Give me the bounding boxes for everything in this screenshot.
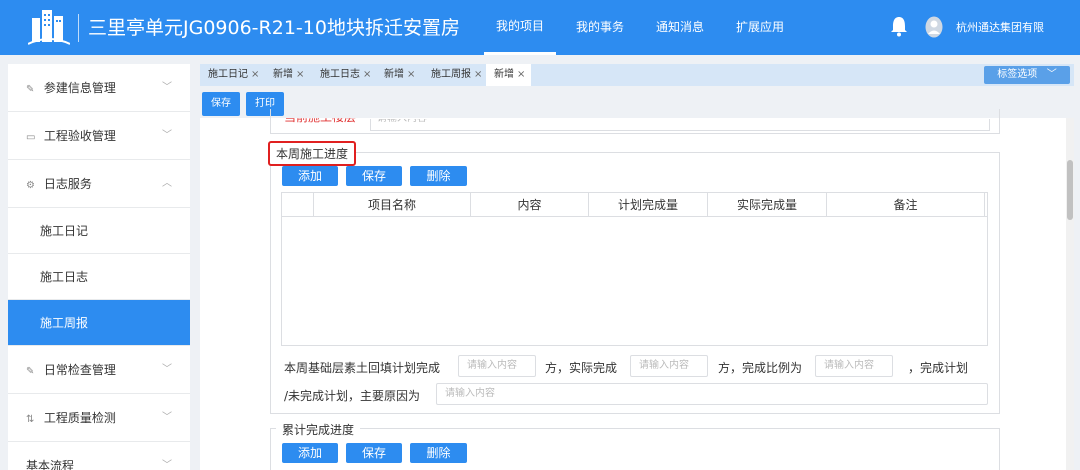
progress-sentence-part: 本周基础层素土回填计划完成 — [284, 361, 441, 375]
sidebar-item-basic-flow[interactable]: 基本流程 ﹀ — [8, 442, 190, 470]
cumulative-progress-legend: 累计完成进度 — [276, 421, 361, 438]
sidebar-item-quality-test[interactable]: ⇅ 工程质量检测 ﹀ — [8, 394, 190, 442]
tab-construction-diary[interactable]: 施工日记 × — [200, 64, 265, 86]
bell-icon[interactable] — [889, 15, 909, 37]
chevron-up-icon: ︿ — [162, 178, 172, 189]
progress-sentence-part: /未完成计划，主要原因为 — [284, 389, 421, 403]
progress-sentence-part: 方，完成比例为 — [718, 361, 803, 375]
actual-backfill-input[interactable]: 请输入内容 — [630, 355, 708, 377]
tab-label: 施工日记 — [208, 69, 248, 80]
close-icon[interactable]: × — [251, 69, 259, 80]
sidebar-subitem-log[interactable]: 施工日志 — [8, 254, 190, 300]
sidebar-item-label: 参建信息管理 — [43, 81, 116, 95]
sidebar-item-daily-check[interactable]: ✎ 日常检查管理 ﹀ — [8, 346, 190, 394]
tab-label: 施工周报 — [431, 69, 471, 80]
edit-icon: ✎ — [26, 84, 35, 95]
column-header: 备注 — [827, 193, 985, 217]
column-header: 实际完成量 — [708, 193, 827, 217]
chevron-down-icon: ﹀ — [162, 412, 172, 423]
delete-button[interactable]: 删除 — [410, 166, 467, 186]
progress-sentence-part: ，完成计划 — [908, 361, 969, 375]
tab-label: 新增 — [273, 69, 293, 80]
main-nav: 我的项目 我的事务 通知消息 扩展应用 — [484, 0, 804, 55]
chart-icon: ⇅ — [26, 414, 35, 425]
app-title: 三里亭单元JG0906-R21-10地块拆迁安置房 — [88, 17, 460, 39]
column-header: 内容 — [471, 193, 589, 217]
close-icon[interactable]: × — [474, 69, 482, 80]
gear-icon: ⚙ — [26, 180, 35, 191]
avatar-icon[interactable] — [925, 16, 943, 38]
checkbox-column-header[interactable] — [282, 193, 314, 217]
tab-new-2[interactable]: 新增 × — [376, 64, 421, 86]
tab-new-1[interactable]: 新增 × — [265, 64, 310, 86]
nav-notifications[interactable]: 通知消息 — [644, 0, 716, 55]
close-icon[interactable]: × — [407, 69, 415, 80]
header-divider — [78, 14, 79, 42]
sidebar-subitem-weekly-report[interactable]: 施工周报 — [8, 300, 190, 346]
monitor-icon: ▭ — [26, 132, 36, 143]
delete-button[interactable]: 删除 — [410, 443, 467, 463]
sidebar-item-label: 日常检查管理 — [43, 363, 116, 377]
weekly-progress-legend: 本周施工进度 — [268, 141, 357, 166]
save-button[interactable]: 保存 — [346, 443, 402, 463]
main-reason-input[interactable]: 请输入内容 — [436, 383, 988, 405]
completion-ratio-input[interactable]: 请输入内容 — [815, 355, 893, 377]
top-header: 三里亭单元JG0906-R21-10地块拆迁安置房 我的项目 我的事务 通知消息… — [0, 0, 1080, 55]
building-logo-icon — [28, 10, 70, 45]
tab-new-3[interactable]: 新增 × — [486, 64, 532, 86]
tab-label: 新增 — [494, 69, 514, 80]
tab-weekly-report[interactable]: 施工周报 × — [423, 64, 488, 86]
sidebar-subitem-diary[interactable]: 施工日记 — [8, 208, 190, 254]
sidebar: ✎ 参建信息管理 ﹀ ▭ 工程验收管理 ﹀ ⚙ 日志服务 ︿ 施工日记 施工日志… — [8, 64, 190, 470]
chevron-down-icon: ﹀ — [162, 364, 172, 375]
tab-label: 施工日志 — [320, 69, 360, 80]
close-icon[interactable]: × — [517, 69, 525, 80]
tab-bar: 施工日记 × 新增 × 施工日志 × 新增 × 施工周报 × 新增 × 标签选项 ﹀ — [200, 64, 1074, 86]
progress-sentence-part: 方，实际完成 — [545, 361, 618, 375]
sidebar-item-participants[interactable]: ✎ 参建信息管理 ﹀ — [8, 64, 190, 112]
chevron-down-icon: ﹀ — [162, 460, 172, 470]
add-button[interactable]: 添加 — [282, 443, 338, 463]
nav-my-projects[interactable]: 我的项目 — [484, 0, 557, 55]
progress-table: 项目名称 内容 计划完成量 实际完成量 备注 — [281, 192, 988, 346]
sidebar-item-acceptance[interactable]: ▭ 工程验收管理 ﹀ — [8, 112, 190, 160]
column-header: 计划完成量 — [589, 193, 708, 217]
close-icon[interactable]: × — [296, 69, 304, 80]
chevron-down-icon: ﹀ — [1040, 69, 1057, 80]
sidebar-item-label: 工程质量检测 — [43, 411, 116, 425]
chevron-down-icon: ﹀ — [162, 82, 172, 93]
planned-backfill-input[interactable]: 请输入内容 — [458, 355, 536, 377]
add-button[interactable]: 添加 — [282, 166, 338, 186]
sidebar-item-log-service[interactable]: ⚙ 日志服务 ︿ — [8, 160, 190, 208]
sidebar-item-label: 日志服务 — [43, 177, 92, 191]
company-name[interactable]: 杭州通达集团有限 — [956, 19, 1044, 35]
scrollbar-thumb[interactable] — [1067, 160, 1073, 220]
save-button[interactable]: 保存 — [202, 92, 240, 116]
close-icon[interactable]: × — [363, 69, 371, 80]
sidebar-item-label: 工程验收管理 — [43, 129, 116, 143]
tab-options-label: 标签选项 — [997, 69, 1038, 80]
sidebar-item-label: 基本流程 — [26, 459, 75, 470]
column-header: 项目名称 — [314, 193, 471, 217]
tab-options-button[interactable]: 标签选项 ﹀ — [984, 66, 1070, 84]
edit-icon: ✎ — [26, 366, 35, 377]
tab-construction-log[interactable]: 施工日志 × — [312, 64, 377, 86]
save-button[interactable]: 保存 — [346, 166, 402, 186]
nav-my-affairs[interactable]: 我的事务 — [564, 0, 636, 55]
chevron-down-icon: ﹀ — [162, 130, 172, 141]
tab-label: 新增 — [384, 69, 404, 80]
nav-extensions[interactable]: 扩展应用 — [724, 0, 796, 55]
table-header: 项目名称 内容 计划完成量 实际完成量 备注 — [282, 193, 987, 217]
